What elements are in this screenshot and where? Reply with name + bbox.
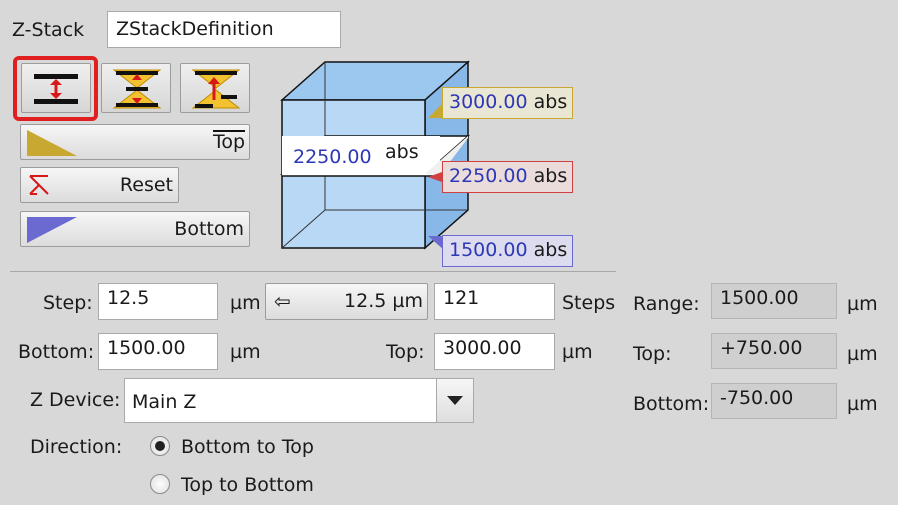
z-device-value: Main Z [132, 391, 197, 413]
top-limit-input[interactable]: 3000.00 [434, 333, 555, 370]
center-offset-mode-button[interactable] [180, 63, 250, 113]
radio-bottom-to-top-label[interactable]: Bottom to Top [181, 436, 314, 458]
bottom-limit-label: Bottom: [18, 341, 95, 363]
optimal-step-label: 12.5 µm [344, 290, 423, 312]
slice-value: 2250.00 [293, 146, 372, 168]
summary-top-label: Top: [633, 343, 672, 365]
center-position-unit: abs [533, 165, 568, 187]
reset-label: Reset [119, 174, 173, 196]
center-position-value: 2250.00 [449, 165, 528, 187]
bottom-limit-input[interactable]: 1500.00 [98, 333, 218, 370]
summary-top-value: +750.00 [711, 333, 837, 369]
top-limit-unit: µm [562, 341, 593, 363]
reset-icon [29, 175, 49, 195]
bottom-position-value: 1500.00 [449, 239, 528, 261]
top-marker-icon [27, 130, 77, 156]
optimal-step-button[interactable]: ⇦ 12.5 µm [265, 283, 428, 320]
set-top-button[interactable]: Top [20, 124, 250, 160]
zstack-definition-field[interactable]: ZStackDefinition [107, 11, 341, 48]
z-device-select[interactable]: Main Z [124, 378, 474, 423]
summary-bottom-label: Bottom: [633, 393, 710, 415]
range-unit: µm [847, 293, 878, 315]
center-offset-mode-icon [191, 69, 241, 109]
range-label: Range: [633, 293, 700, 315]
step-unit: µm [230, 292, 261, 314]
summary-top-unit: µm [847, 343, 878, 365]
bottom-position-unit: abs [533, 239, 568, 261]
chevron-down-icon [447, 396, 463, 405]
z-device-label: Z Device: [30, 389, 121, 411]
steps-label: Steps [562, 292, 616, 314]
summary-bottom-value: -750.00 [711, 383, 837, 419]
radio-bottom-to-top[interactable] [150, 436, 170, 456]
center-mode-button[interactable] [101, 63, 171, 113]
summary-bottom-unit: µm [847, 393, 878, 415]
top-position-unit: abs [533, 91, 568, 113]
bottom-marker-icon [27, 217, 77, 243]
first-last-mode-icon [34, 74, 78, 104]
bottom-limit-unit: µm [230, 341, 261, 363]
step-label: Step: [43, 292, 93, 314]
first-last-mode-button[interactable] [21, 63, 91, 113]
separator [10, 271, 616, 272]
top-position-tag[interactable]: 3000.00 abs [442, 87, 573, 119]
direction-label: Direction: [30, 436, 123, 458]
dropdown-button[interactable] [436, 379, 473, 422]
reset-button[interactable]: Reset [20, 167, 179, 203]
zstack-label: Z-Stack [12, 19, 85, 41]
top-limit-label: Top: [386, 341, 425, 363]
set-top-label: Top [212, 130, 245, 153]
range-value: 1500.00 [711, 283, 837, 319]
bottom-position-tag[interactable]: 1500.00 abs [442, 235, 573, 267]
radio-top-to-bottom[interactable] [150, 474, 170, 494]
set-bottom-button[interactable]: Bottom [20, 211, 250, 247]
top-position-value: 3000.00 [449, 91, 528, 113]
radio-top-to-bottom-label[interactable]: Top to Bottom [181, 474, 314, 496]
slice-unit: abs [385, 141, 419, 163]
steps-count-input[interactable]: 121 [434, 283, 555, 320]
step-input[interactable]: 12.5 [98, 283, 218, 320]
center-position-tag[interactable]: 2250.00 abs [442, 161, 573, 193]
set-bottom-label: Bottom [174, 218, 244, 240]
arrow-left-icon: ⇦ [274, 289, 291, 313]
center-mode-icon [112, 69, 162, 109]
